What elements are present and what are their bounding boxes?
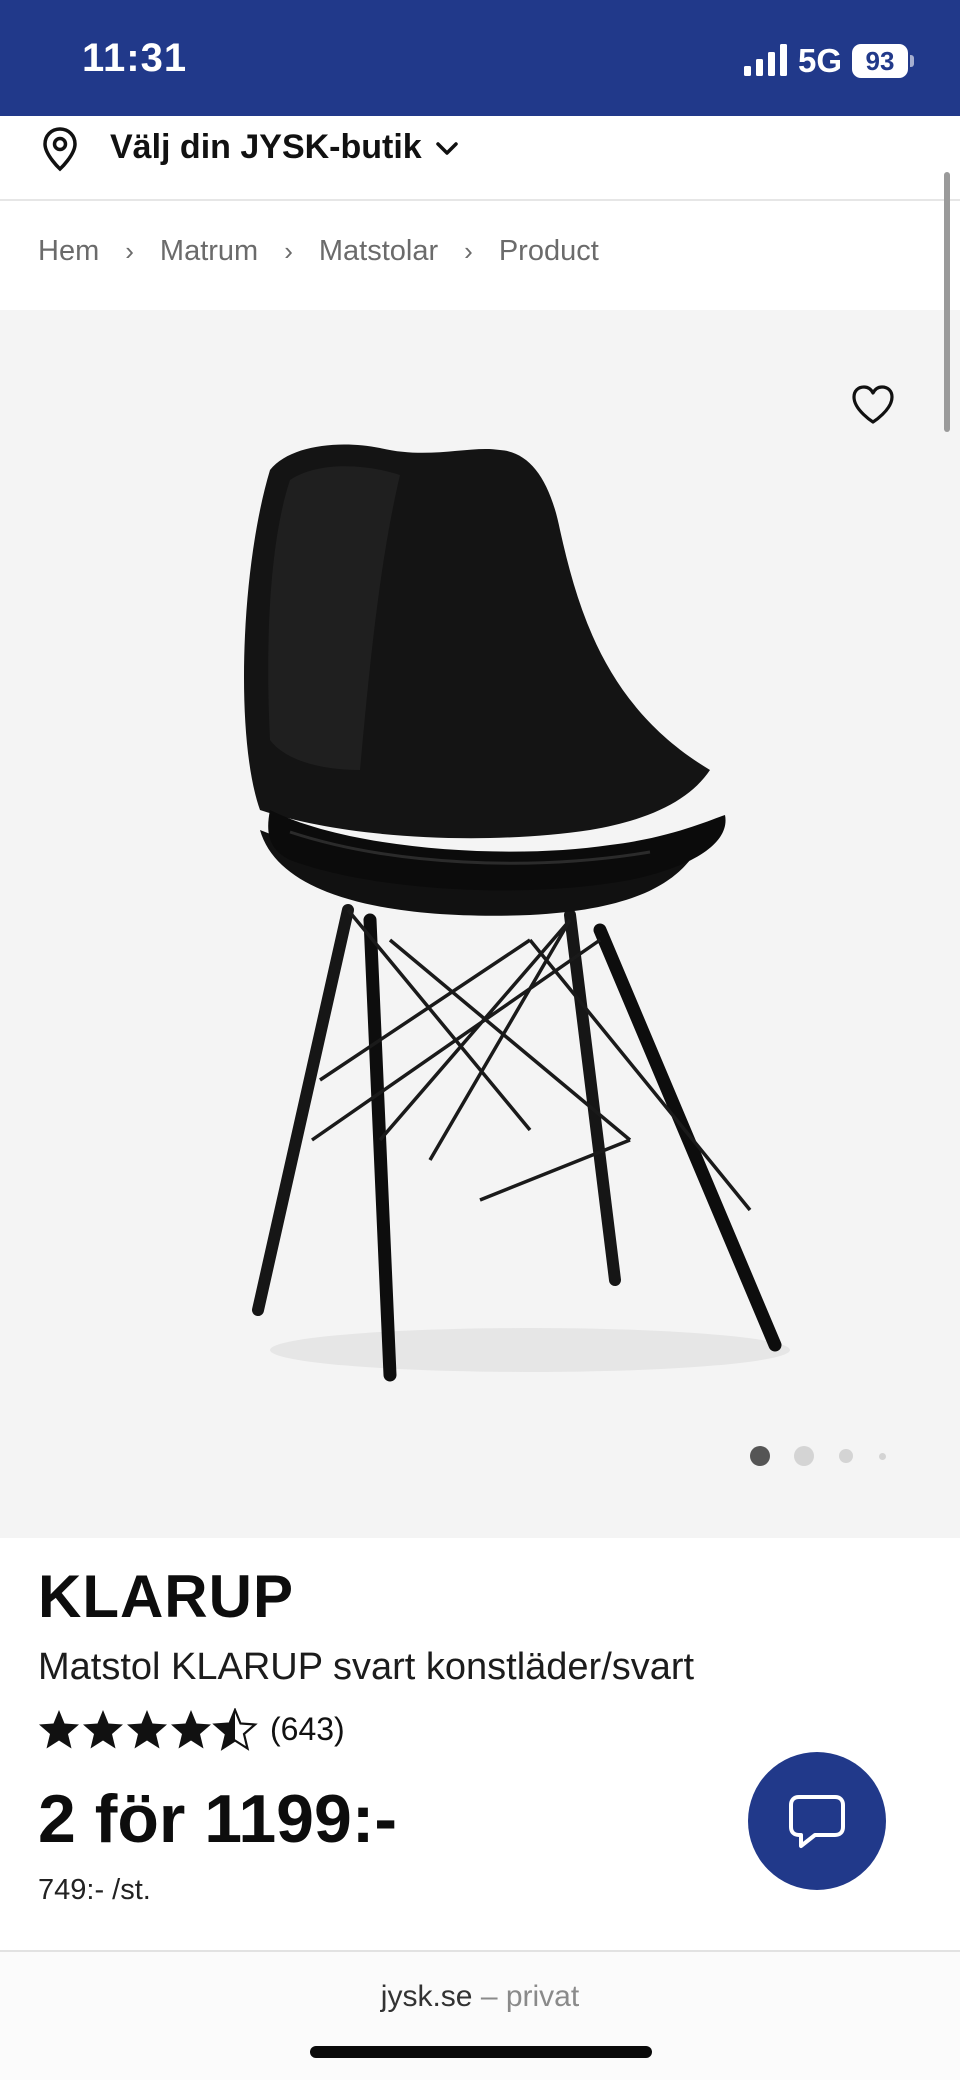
product-title: Matstol KLARUP svart konstläder/svart (38, 1646, 695, 1688)
chevron-right-icon: › (464, 236, 473, 266)
url-suffix: – privat (480, 1980, 580, 2013)
chevron-right-icon: › (125, 236, 134, 266)
breadcrumb-current: Product (498, 235, 599, 267)
network-label: 5G (798, 42, 843, 79)
gallery-dot[interactable] (794, 1446, 814, 1466)
scrollbar[interactable] (944, 172, 950, 432)
gallery-dot[interactable] (879, 1453, 886, 1460)
chevron-down-icon[interactable] (432, 134, 462, 164)
gallery-dot[interactable] (839, 1449, 853, 1463)
home-indicator[interactable] (310, 2046, 652, 2058)
unit-price: 749:- /st. (38, 1874, 151, 1906)
heart-icon[interactable] (848, 380, 898, 430)
battery-tip (910, 55, 914, 67)
chat-bubble-icon (789, 1795, 845, 1848)
store-selector-label[interactable]: Välj din JYSK-butik (110, 128, 422, 167)
product-brand: KLARUP (38, 1563, 294, 1630)
product-price: 2 för 1199:- (38, 1781, 398, 1857)
star-rating[interactable] (38, 1708, 260, 1752)
url-label[interactable]: jysk.se – privat (0, 1980, 960, 2014)
chevron-right-icon: › (284, 236, 293, 266)
chat-button[interactable] (748, 1752, 886, 1890)
breadcrumb: Hem › Matrum › Matstolar › Product (38, 235, 599, 268)
battery-icon: 93 (852, 44, 908, 78)
browser-url-bar[interactable] (0, 1950, 960, 2080)
breadcrumb-dining-room[interactable]: Matrum (160, 235, 258, 268)
review-count[interactable]: (643) (270, 1711, 345, 1748)
status-time: 11:31 (82, 36, 188, 80)
location-pin-icon (43, 127, 77, 172)
breadcrumb-dining-chairs[interactable]: Matstolar (319, 235, 438, 268)
signal-icon (744, 44, 787, 76)
product-image (243, 444, 790, 1382)
url-domain: jysk.se (380, 1980, 473, 2013)
breadcrumb-home[interactable]: Hem (38, 235, 99, 268)
rating-stars-icon (39, 1708, 257, 1750)
gallery-dot-active[interactable] (750, 1446, 770, 1466)
